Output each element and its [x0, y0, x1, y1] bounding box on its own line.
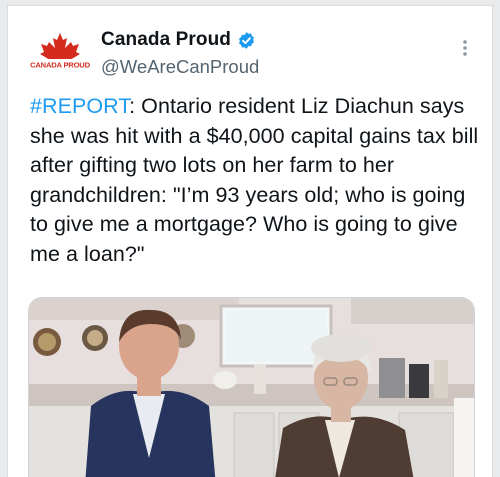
display-name[interactable]: Canada Proud	[101, 29, 231, 51]
tweet-card[interactable]: CANADA PROUD Canada Proud @WeAreCanProud…	[7, 5, 493, 477]
tweet-media[interactable]	[28, 297, 475, 477]
avatar-brand-text: CANADA PROUD	[30, 61, 90, 70]
more-vertical-icon[interactable]	[453, 34, 477, 62]
verified-badge-icon	[239, 31, 254, 49]
hashtag-link[interactable]: #REPORT	[30, 94, 129, 118]
media-image	[29, 298, 474, 477]
display-name-row[interactable]: Canada Proud	[101, 29, 256, 51]
account-handle[interactable]: @WeAreCanProud	[101, 56, 259, 78]
avatar[interactable]: CANADA PROUD	[30, 31, 90, 75]
tweet-body: : Ontario resident Liz Diachun says she …	[30, 94, 479, 266]
tweet-text: #REPORT: Ontario resident Liz Diachun sa…	[30, 92, 482, 269]
